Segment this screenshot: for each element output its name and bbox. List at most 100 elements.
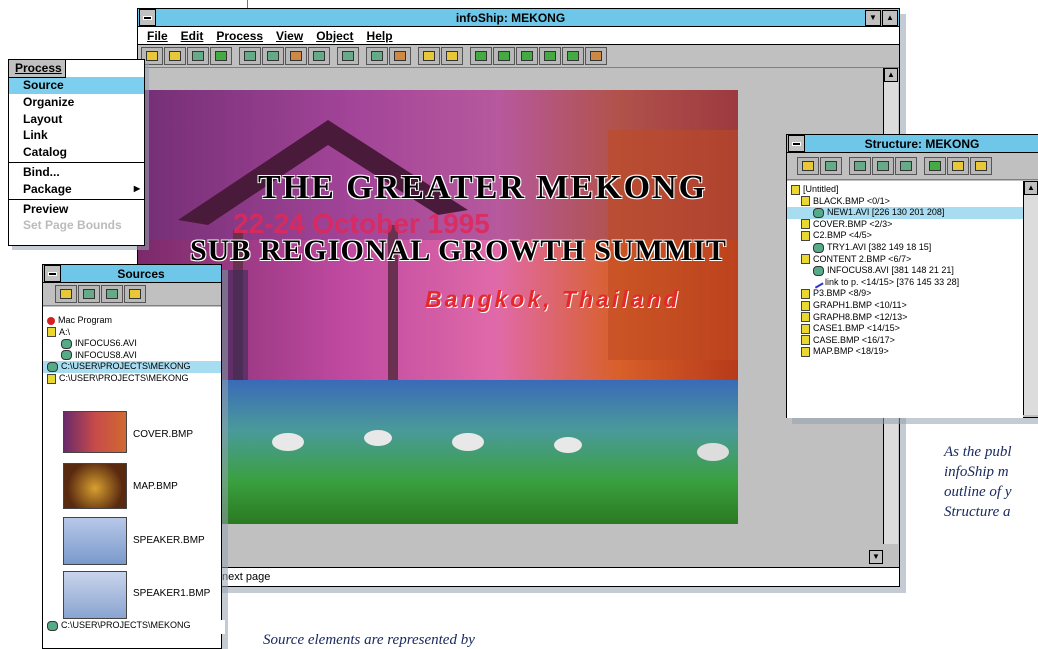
thumbnail-label: COVER.BMP	[133, 429, 194, 440]
structure-tree: [Untitled] BLACK.BMP <0/1> NEW1.AVI [226…	[787, 181, 1023, 418]
window-title: infoShip: MEKONG	[455, 10, 566, 25]
thumbnail-label: SPEAKER1.BMP	[133, 588, 211, 599]
list-item[interactable]: Mac Program	[43, 315, 221, 327]
tool-rewind-icon[interactable]	[516, 47, 538, 65]
link-icon	[811, 276, 824, 289]
tree-row[interactable]: P3.BMP <8/9>	[787, 288, 1023, 300]
menu-item-link[interactable]: Link	[9, 127, 144, 144]
list-item[interactable]: INFOCUS6.AVI	[43, 338, 221, 350]
tool-back-icon[interactable]	[493, 47, 515, 65]
video-icon	[61, 338, 72, 349]
scroll-down-icon[interactable]: ▼	[869, 550, 883, 564]
system-menu-icon[interactable]	[788, 135, 805, 152]
tree-row[interactable]: CASE1.BMP <14/15>	[787, 323, 1023, 335]
tree-row[interactable]: NEW1.AVI [226 130 201 208]	[787, 207, 1023, 219]
scroll-up-icon[interactable]: ▲	[884, 68, 898, 82]
minimize-button[interactable]: ▼	[865, 9, 881, 26]
caption-bottom: Source elements are represented by	[263, 632, 475, 648]
structure-titlebar[interactable]: Structure: MEKONG	[787, 135, 1038, 153]
tree-row[interactable]: link to p. <14/15> [376 145 33 28]	[787, 276, 1023, 289]
tool-home-icon[interactable]	[539, 47, 561, 65]
thumbnail-cover[interactable]	[63, 411, 127, 453]
thumbnail-speaker1[interactable]	[63, 571, 127, 619]
tree-row[interactable]: GRAPH1.BMP <10/11>	[787, 300, 1023, 312]
thumbnail-speaker[interactable]	[63, 517, 127, 565]
apple-icon	[47, 316, 55, 325]
tool-layout-icon[interactable]	[262, 47, 284, 65]
tool-preview-icon[interactable]	[389, 47, 411, 65]
tree-row[interactable]: INFOCUS8.AVI [381 148 21 21]	[787, 265, 1023, 277]
thumbnail-map[interactable]	[63, 463, 127, 509]
tree-row[interactable]: MAP.BMP <18/19>	[787, 346, 1023, 358]
delete-page-icon[interactable]	[820, 157, 842, 175]
view-page-icon[interactable]	[924, 157, 946, 175]
tool-play-icon[interactable]	[562, 47, 584, 65]
new-source-icon[interactable]	[124, 285, 146, 303]
main-titlebar[interactable]: infoShip: MEKONG ▼ ▲	[138, 9, 899, 27]
tool-organize-icon[interactable]	[239, 47, 261, 65]
tree-row[interactable]: BLACK.BMP <0/1>	[787, 196, 1023, 208]
tool-end-icon[interactable]	[585, 47, 607, 65]
list-item[interactable]: A:\	[43, 327, 221, 339]
menu-edit[interactable]: Edit	[181, 29, 204, 43]
structure-vscroll[interactable]: ▲	[1023, 181, 1038, 415]
process-menu-title[interactable]: Process	[8, 59, 66, 78]
main-toolbar	[138, 45, 899, 68]
tree-row[interactable]: GRAPH8.BMP <12/13>	[787, 312, 1023, 324]
tool-bind-icon[interactable]	[337, 47, 359, 65]
add-source-icon[interactable]	[55, 285, 77, 303]
tree-row[interactable]: COVER.BMP <2/3>	[787, 219, 1023, 231]
slide-canvas[interactable]: THE GREATER MEKONG 22-24 October 1995 SU…	[138, 68, 883, 568]
tool-save-icon[interactable]	[187, 47, 209, 65]
menu-item-package[interactable]: Package ▶	[9, 181, 144, 198]
copy-page-icon[interactable]	[895, 157, 917, 175]
menu-process[interactable]: Process	[216, 29, 263, 43]
tree-row[interactable]: CONTENT 2.BMP <6/7>	[787, 254, 1023, 266]
tree-row[interactable]: TRY1.AVI [382 149 18 15]	[787, 242, 1023, 254]
scroll-up-icon[interactable]: ▲	[1024, 181, 1038, 195]
tool-catalog-icon[interactable]	[308, 47, 330, 65]
submenu-arrow-icon: ▶	[133, 183, 140, 193]
insert-page-icon[interactable]	[849, 157, 871, 175]
tool-text-icon[interactable]	[418, 47, 440, 65]
tree-row[interactable]: C2.BMP <4/5>	[787, 230, 1023, 242]
maximize-button[interactable]: ▲	[882, 9, 898, 26]
bird-1	[272, 433, 304, 451]
tool-package-icon[interactable]	[366, 47, 388, 65]
sources-titlebar[interactable]: Sources	[43, 265, 221, 283]
tool-link-icon[interactable]	[285, 47, 307, 65]
menu-item-bind[interactable]: Bind...	[9, 164, 144, 181]
menu-file[interactable]: File	[147, 29, 168, 43]
page-icon	[801, 231, 810, 241]
move-page-icon[interactable]	[872, 157, 894, 175]
open-source-icon[interactable]	[78, 285, 100, 303]
link-page-icon[interactable]	[947, 157, 969, 175]
menu-item-layout[interactable]: Layout	[9, 111, 144, 128]
sources-footer-row[interactable]: C:\USER\PROJECTS\MEKONG	[43, 620, 225, 634]
menu-item-organize[interactable]: Organize	[9, 94, 144, 111]
search-source-icon[interactable]	[101, 285, 123, 303]
menu-item-source[interactable]: Source	[9, 77, 144, 94]
bird-3	[452, 433, 484, 451]
menu-object[interactable]: Object	[316, 29, 353, 43]
tree-row[interactable]: [Untitled]	[787, 184, 1023, 196]
list-item[interactable]: INFOCUS8.AVI	[43, 350, 221, 362]
list-item[interactable]: C:\USER\PROJECTS\MEKONG	[43, 373, 221, 385]
system-menu-icon[interactable]	[44, 265, 61, 282]
menu-help[interactable]: Help	[367, 29, 393, 43]
page-icon	[801, 196, 810, 207]
tool-refresh-icon[interactable]	[470, 47, 492, 65]
tool-prev-icon[interactable]	[164, 47, 186, 65]
tool-source-icon[interactable]	[210, 47, 232, 65]
check-page-icon[interactable]	[970, 157, 992, 175]
menu-item-catalog[interactable]: Catalog	[9, 144, 144, 161]
menu-view[interactable]: View	[276, 29, 303, 43]
list-item[interactable]: C:\USER\PROJECTS\MEKONG	[43, 361, 221, 373]
folder-icon	[47, 373, 56, 384]
folder-icon	[47, 620, 58, 631]
menu-item-preview[interactable]: Preview	[9, 201, 144, 218]
new-page-icon[interactable]	[797, 157, 819, 175]
tool-image-icon[interactable]	[441, 47, 463, 65]
system-menu-icon[interactable]	[139, 9, 156, 26]
tree-row[interactable]: CASE.BMP <16/17>	[787, 335, 1023, 347]
